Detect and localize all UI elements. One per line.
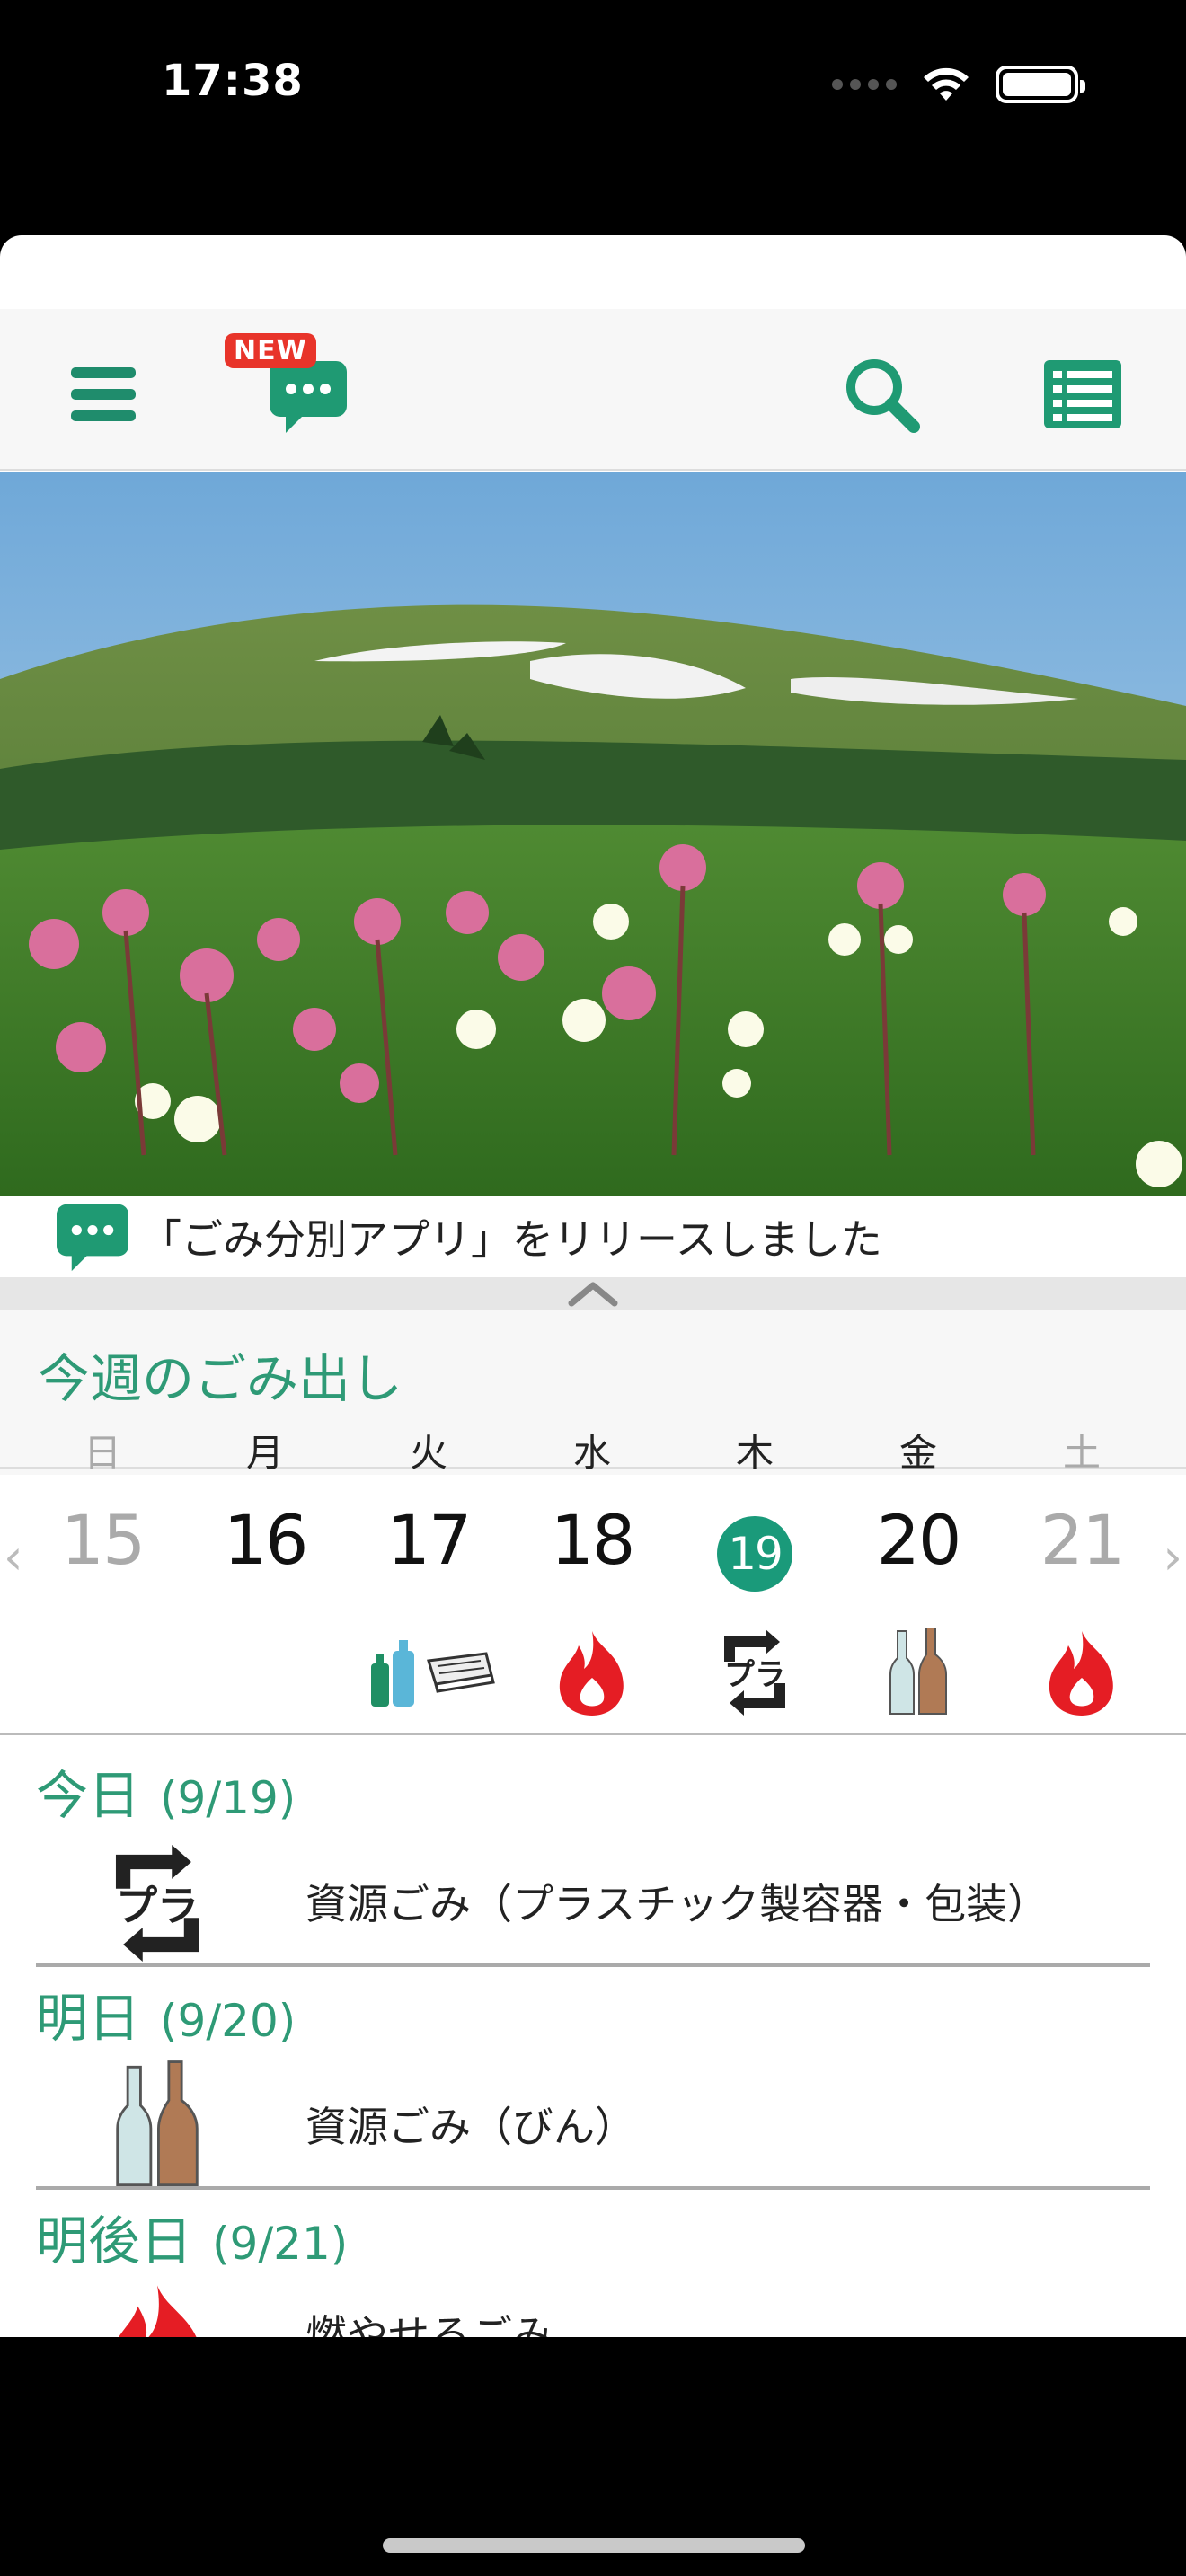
- battery-icon: [996, 66, 1085, 103]
- fire-icon: [90, 2278, 225, 2337]
- toolbar: NEW: [0, 309, 1186, 471]
- date-cell[interactable]: 20: [846, 1500, 990, 1580]
- cellular-icon: [832, 79, 897, 90]
- date-cell[interactable]: 21: [1010, 1500, 1154, 1580]
- date-cell[interactable]: 15: [31, 1500, 174, 1580]
- plastic-recycle-icon: プラ: [683, 1628, 827, 1717]
- search-icon: [846, 359, 920, 433]
- schedule-day-label: 明日: [36, 1988, 141, 2049]
- week-dates: ‹ › 15 16 17 18 19 20 21 プラ: [0, 1475, 1186, 1735]
- collapse-handle[interactable]: [0, 1277, 1186, 1310]
- fire-icon: [1010, 1628, 1154, 1717]
- dow-thu: 木: [735, 1431, 774, 1475]
- wifi-icon: [924, 67, 969, 101]
- schedule-item[interactable]: 今日 (9/19) プラ 資源ごみ（プラスチック製容器・包装）: [36, 1753, 1150, 1978]
- schedule-date: (9/20): [160, 1995, 296, 2047]
- plastic-recycle-icon: プラ: [90, 1836, 225, 1971]
- list-button[interactable]: [1033, 345, 1132, 444]
- news-banner[interactable]: 「ごみ分別アプリ」をリリースしました: [0, 1196, 1186, 1277]
- dow-sun: 日: [83, 1431, 121, 1475]
- divider: [36, 2186, 1150, 2190]
- week-title: 今週のごみ出し: [38, 1348, 403, 1409]
- app-sheet: NEW 「ごみ分別アプリ」をリリースしました 今週のごみ出し 日 月 火 水 木…: [0, 235, 1186, 2337]
- chat-bubble-icon: [270, 361, 347, 433]
- hero-banner-image[interactable]: [0, 472, 1186, 1196]
- schedule-header: 今日 (9/19): [36, 1753, 296, 1829]
- schedule-name: 資源ごみ（びん）: [305, 2103, 636, 2151]
- glass-bottle-icon: [846, 1628, 990, 1717]
- prev-week-arrow[interactable]: ‹: [4, 1529, 23, 1585]
- divider: [36, 1963, 1150, 1967]
- schedule-name: 燃やせるごみ: [305, 2311, 553, 2337]
- status-icons: [832, 65, 1085, 104]
- dow-sat: 土: [1062, 1431, 1101, 1475]
- schedule-item[interactable]: 明日 (9/20) 資源ごみ（びん）: [36, 1976, 1150, 2201]
- chat-bubble-icon: [57, 1204, 128, 1272]
- new-badge: NEW: [225, 333, 316, 368]
- status-bar: 17:38: [0, 0, 1186, 171]
- week-section: 今週のごみ出し 日 月 火 水 木 金 土 ‹ › 15 16 17 18 19…: [0, 1310, 1186, 1735]
- dow-tue: 火: [409, 1431, 447, 1475]
- menu-button[interactable]: [54, 345, 153, 444]
- list-icon: [1044, 360, 1121, 428]
- date-cell[interactable]: 18: [520, 1500, 664, 1580]
- search-button[interactable]: [832, 345, 931, 444]
- dow-fri: 金: [898, 1431, 937, 1475]
- date-cell[interactable]: 17: [357, 1500, 500, 1580]
- news-text: 「ごみ分別アプリ」をリリースしました: [140, 1215, 882, 1264]
- today-marker: 19: [717, 1516, 792, 1592]
- schedule-date: (9/19): [160, 1772, 296, 1824]
- hamburger-icon: [71, 367, 136, 421]
- schedule-day-label: 明後日: [36, 2210, 193, 2272]
- next-week-arrow[interactable]: ›: [1163, 1529, 1182, 1585]
- schedule-day-label: 今日: [36, 1765, 141, 1826]
- schedule-item[interactable]: 明後日 (9/21) 燃やせるごみ: [36, 2199, 1150, 2337]
- date-cell-today[interactable]: 19: [683, 1505, 827, 1592]
- schedule-header: 明日 (9/20): [36, 1976, 296, 2051]
- bottle-tray-icon: [359, 1628, 503, 1717]
- dow-wed: 水: [572, 1431, 611, 1475]
- dow-mon: 月: [245, 1431, 284, 1475]
- svg-text:プラ: プラ: [724, 1657, 785, 1693]
- day-of-week-row: 日 月 火 水 木 金 土: [0, 1416, 1186, 1475]
- status-time: 17:38: [162, 56, 304, 106]
- schedule-name: 資源ごみ（プラスチック製容器・包装）: [305, 1880, 1049, 1928]
- fire-icon: [520, 1628, 664, 1717]
- schedule-header: 明後日 (9/21): [36, 2199, 348, 2274]
- date-cell[interactable]: 16: [193, 1500, 337, 1580]
- glass-bottle-icon: [90, 2059, 225, 2193]
- home-indicator[interactable]: [383, 2538, 805, 2553]
- svg-text:プラ: プラ: [116, 1882, 199, 1930]
- chevron-up-icon: [568, 1282, 618, 1307]
- schedule-date: (9/21): [212, 2218, 349, 2270]
